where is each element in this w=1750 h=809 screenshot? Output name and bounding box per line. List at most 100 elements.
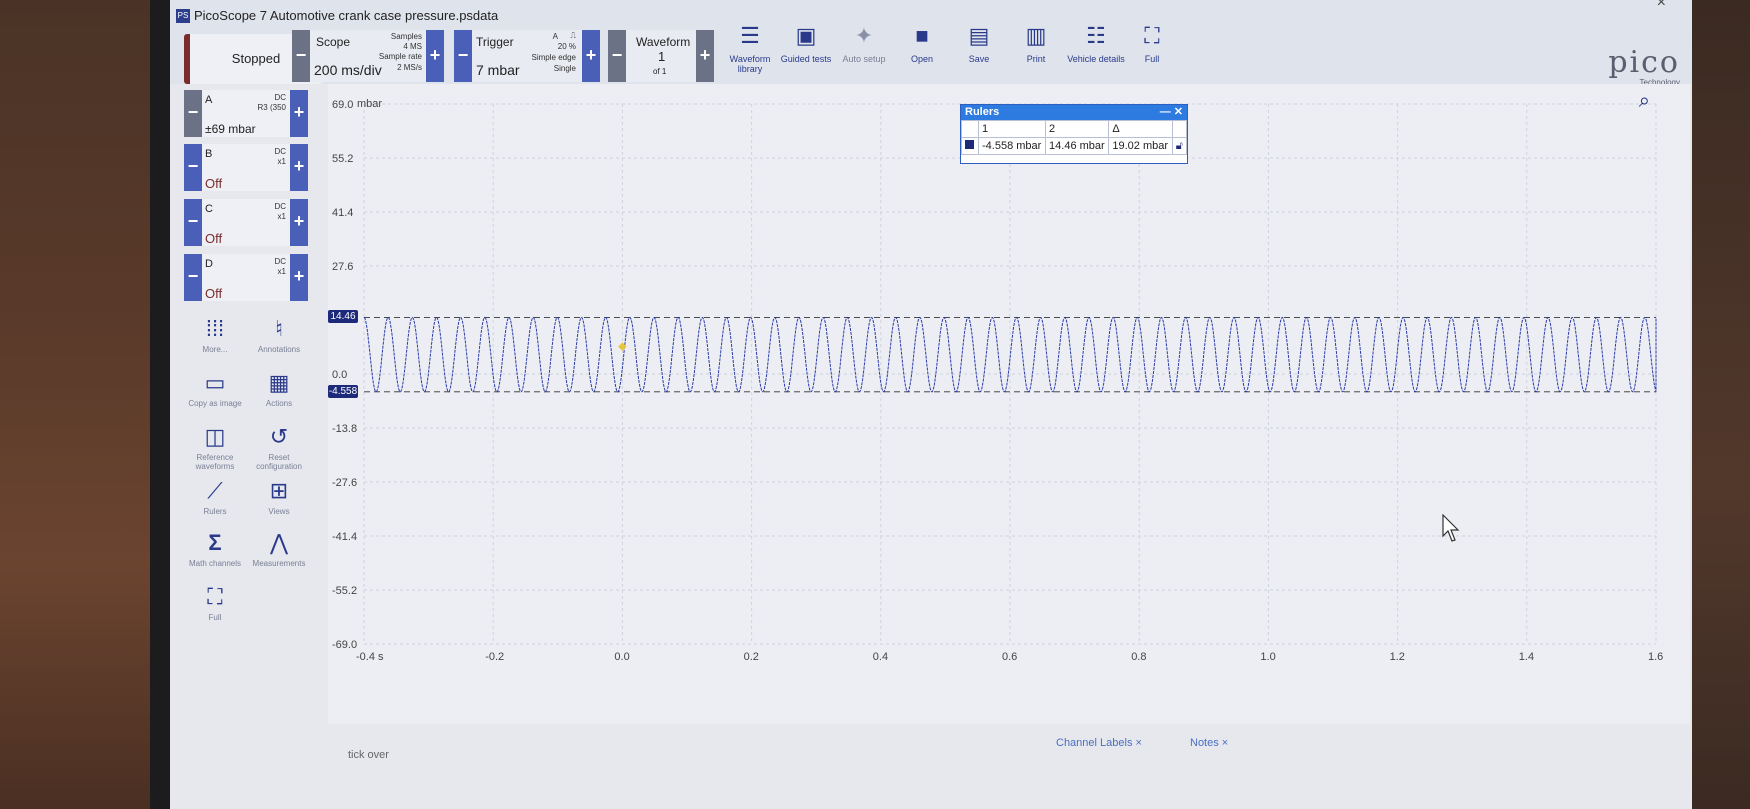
scope-label: Scope [316,35,351,49]
waveform-library-button[interactable]: ☰ Waveform library [720,24,780,75]
vehicle-details-button[interactable]: ☷ Vehicle details [1064,23,1128,65]
magic-wand-icon: ✦ [854,23,874,48]
auto-setup-button[interactable]: ✦ Auto setup [834,23,894,65]
timebase-value[interactable]: 200 ms/div [314,62,382,78]
channel-coupling: DC [274,93,286,102]
channel-c-range[interactable]: Off [205,231,222,246]
trigger-increase-button[interactable]: + [582,30,600,82]
trigger-position: 20 % [557,42,576,51]
ruler-col-2: 2 [1045,120,1110,138]
channel-c-increase-button[interactable]: + [290,199,308,246]
zoom-icon[interactable]: ⌕ [1639,90,1650,113]
rulers-window: Rulers — ✕ 1 2 Δ -4.558 mbar 14.46 mbar … [960,104,1188,164]
ruler-1-value: -4.558 mbar [977,137,1047,155]
x-tick-label: 0.6 [1002,651,1017,663]
clipboard-icon: ☷ [1086,23,1106,48]
channel-d-decrease-button[interactable]: − [184,254,202,301]
channel-b-increase-button[interactable]: + [290,144,308,191]
actions-button[interactable]: ▦ Actions [248,370,310,408]
views-button[interactable]: ⊞ Views [248,478,310,516]
channel-d-range[interactable]: Off [205,286,222,301]
rulers-button[interactable]: ⟋ Rulers [184,478,246,516]
image-icon: ▭ [204,370,226,395]
tab-channel-labels[interactable]: Channel Labels × [1056,737,1142,749]
print-button[interactable]: ▥ Print [1006,23,1066,65]
rulers-header: Rulers — ✕ [961,105,1187,120]
waveform-count: of 1 [653,67,667,76]
toolbar: Stopped − Scope 200 ms/div Samples 4 MS … [170,24,1692,88]
x-tick-label: 1.4 [1519,651,1534,663]
tab-notes[interactable]: Notes × [1190,737,1228,749]
waveform-number: 1 [658,49,666,64]
close-icon[interactable]: × [1657,0,1666,12]
scope-control: − Scope 200 ms/div Samples 4 MS Sample r… [292,30,444,82]
trigger-decrease-button[interactable]: − [454,30,472,82]
timebase-decrease-button[interactable]: − [292,30,310,82]
annotations-button[interactable]: ♮ Annotations [248,316,310,354]
channel-a-decrease-button[interactable]: − [184,90,202,137]
sigma-icon: Σ [208,530,222,555]
guided-tests-button[interactable]: ▣ Guided tests [776,24,836,65]
ruler-2-value: 14.46 mbar [1045,137,1110,155]
y-tick-label: -41.4 [332,531,357,543]
printer-icon: ▥ [1025,23,1047,48]
lock-icon[interactable]: 🔓︎ [1176,140,1183,152]
channel-b-decrease-button[interactable]: − [184,144,202,191]
channel-a-increase-button[interactable]: + [290,90,308,137]
trigger-control: − Trigger 7 mbar A ⎍ 20 % Simple edge Si… [454,30,600,82]
channel-name: D [205,258,213,270]
full-view-button[interactable]: ⛶ Full [184,584,246,622]
reference-waveform-icon: ◫ [204,424,226,449]
full-screen-button[interactable]: ⛶ Full [1122,24,1182,65]
open-button[interactable]: ■ Open [892,24,952,65]
y-tick-label: 0.0 [332,369,347,381]
y-tick-label: 69.0 [332,99,353,111]
reset-configuration-button[interactable]: ↺ Reset configuration [248,424,310,471]
y-tick-label: 55.2 [332,153,353,165]
window-title: PicoScope 7 Automotive crank case pressu… [194,8,499,23]
measurements-button[interactable]: ⋀ Measurements [248,530,310,568]
oscilloscope-plot[interactable]: 69.0 55.2 41.4 27.6 0.0 -13.8 -27.6 -41.4 -55.2 -… [328,84,1690,724]
floppy-disk-icon: ▤ [968,23,990,48]
waveform-next-button[interactable]: + [696,30,714,82]
channel-a-panel: − A DC R3 (350 ±69 mbar + [184,90,308,137]
ruler-icon: ⟋ [207,478,223,503]
reference-waveforms-button[interactable]: ◫ Reference waveforms [184,424,246,471]
waveform-previous-button[interactable]: − [608,30,626,82]
trigger-level-value[interactable]: 7 mbar [476,62,520,78]
rulers-close-icon[interactable]: — ✕ [1160,105,1183,120]
channel-probe: x1 [277,212,286,221]
channel-c-decrease-button[interactable]: − [184,199,202,246]
copy-as-image-button[interactable]: ▭ Copy as image [184,370,246,408]
channel-name: C [205,203,213,215]
ruler-col-1: 1 [977,120,1047,138]
x-tick-label: 0.8 [1131,651,1146,663]
more-button[interactable]: ⁞⁞⁞ More... [184,316,246,354]
channel-d-increase-button[interactable]: + [290,254,308,301]
annotation-icon: ♮ [275,316,283,341]
waveform-svg: 69.0 55.2 41.4 27.6 0.0 -13.8 -27.6 -41.4 -55.2 -… [332,99,1663,663]
ruler-delta-value: 19.02 mbar [1108,137,1173,155]
y-tick-label: -69.0 [332,639,357,651]
pico-logo: pico Technology [1608,45,1680,88]
channel-b-panel: − B DC x1 Off + [184,144,308,191]
math-channels-button[interactable]: Σ Math channels [184,530,246,568]
bottom-tabs: Channel Labels × Notes × [1056,734,1296,754]
x-tick-label: 1.0 [1260,651,1275,663]
save-button[interactable]: ▤ Save [949,23,1009,65]
channel-probe: x1 [277,157,286,166]
samples-value: 4 MS [403,42,422,51]
background-left [0,0,170,809]
y-tick-label: 41.4 [332,207,353,219]
rulers-header-row: 1 2 Δ [961,120,1188,138]
waveform-label: Waveform [636,35,691,49]
ruler-2-marker[interactable]: -4.558 [328,384,358,398]
ruler-col-delta: Δ [1108,120,1173,138]
sample-rate-value: 2 MS/s [397,63,422,72]
channel-a-range[interactable]: ±69 mbar [205,122,256,136]
channel-name: B [205,148,213,160]
y-tick-label: -13.8 [332,423,357,435]
timebase-increase-button[interactable]: + [426,30,444,82]
ruler-1-marker[interactable]: 14.46 [328,310,358,324]
channel-b-range[interactable]: Off [205,176,222,191]
